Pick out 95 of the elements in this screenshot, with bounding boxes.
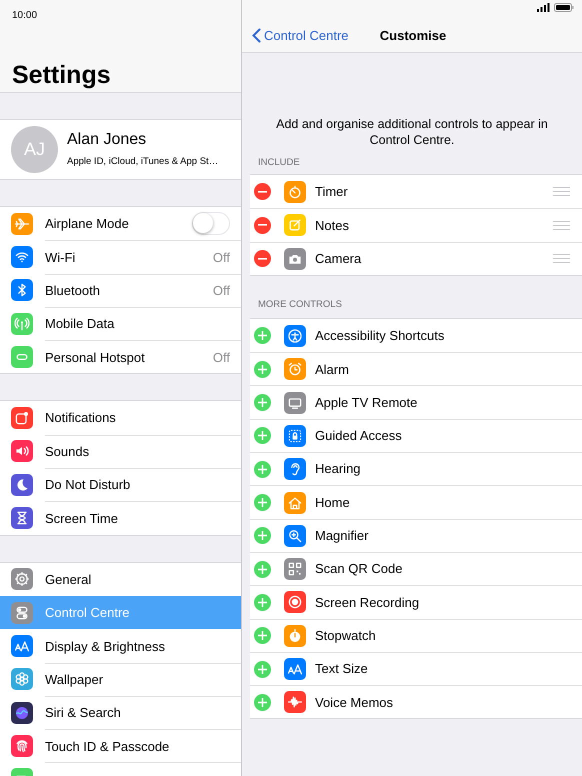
minus-icon <box>258 224 267 226</box>
row-label: Wi-Fi <box>45 248 76 267</box>
status-time: 10:00 <box>12 9 38 23</box>
row-value: Off <box>212 282 230 300</box>
row-label: Screen Time <box>45 510 118 528</box>
row-label: Wallpaper <box>45 670 104 689</box>
section-header: MORE CONTROLS <box>258 298 342 312</box>
settings-row[interactable]: General <box>0 562 241 596</box>
plus-icon <box>258 598 267 607</box>
add-button[interactable] <box>254 694 271 711</box>
remove-button[interactable] <box>254 183 271 200</box>
plus-icon <box>258 631 267 640</box>
profile-card[interactable]: AJ Alan Jones Apple ID, iCloud, iTunes & App St… <box>0 119 241 180</box>
plus-icon <box>258 331 267 340</box>
plus-icon <box>258 431 267 440</box>
add-button[interactable] <box>254 327 271 344</box>
plus-icon <box>258 664 267 674</box>
control-label: Home <box>315 494 350 512</box>
row-label: Do Not Disturb <box>45 476 130 494</box>
drag-handle-icon[interactable] <box>553 220 570 230</box>
description-text: Add and organise additional controls to appear in Control Centre. <box>275 116 549 148</box>
row-label: Touch ID & Passcode <box>45 738 170 756</box>
control-label: Scan QR Code <box>315 560 402 578</box>
settings-row[interactable]: Airplane Mode <box>0 207 241 240</box>
page-title: Settings <box>12 62 111 90</box>
row-label: Sounds <box>45 443 90 462</box>
settings-row[interactable]: Siri & Search <box>0 696 241 730</box>
plus-icon <box>258 564 267 574</box>
add-button[interactable] <box>254 660 271 678</box>
row-label: Control Centre <box>45 604 130 622</box>
row-value: Off <box>212 348 230 367</box>
control-label: Hearing <box>315 460 361 478</box>
settings-row[interactable]: Wallpaper <box>0 662 241 696</box>
plus-icon <box>258 498 267 508</box>
add-button[interactable] <box>254 594 271 611</box>
settings-row[interactable]: Sounds <box>0 434 241 468</box>
settings-row[interactable]: Notifications <box>0 401 241 435</box>
row-label: Siri & Search <box>45 704 121 722</box>
toggle-switch[interactable] <box>192 212 230 236</box>
drag-handle-icon[interactable] <box>553 187 570 196</box>
add-button[interactable] <box>254 360 271 378</box>
row-value: Off <box>212 248 230 267</box>
settings-row[interactable]: Display & Brightness <box>0 629 241 663</box>
settings-row[interactable]: Personal Hotspot Off <box>0 340 241 374</box>
control-label: Alarm <box>315 360 349 379</box>
remove-button[interactable] <box>254 250 271 268</box>
control-label: Notes <box>315 216 349 235</box>
battery-icon <box>554 3 574 14</box>
plus-icon <box>258 531 267 540</box>
control-label: Text Size <box>315 660 368 678</box>
row-label: Notifications <box>45 409 116 428</box>
control-label: Accessibility Shortcuts <box>315 326 444 345</box>
profile-name: Alan Jones <box>67 130 148 149</box>
plus-icon <box>258 464 267 474</box>
back-button[interactable]: Control Centre <box>252 26 349 46</box>
minus-icon <box>258 190 267 193</box>
row-label: Personal Hotspot <box>45 348 145 367</box>
settings-row[interactable]: Bluetooth Off <box>0 274 241 307</box>
control-label: Magnifier <box>315 527 368 546</box>
add-button[interactable] <box>254 427 271 444</box>
drag-handle-icon[interactable] <box>553 254 570 264</box>
control-label: Apple TV Remote <box>315 394 418 412</box>
add-button[interactable] <box>254 494 271 512</box>
add-button[interactable] <box>254 627 271 644</box>
settings-row[interactable]: Wi-Fi Off <box>0 240 241 274</box>
plus-icon <box>258 398 267 408</box>
settings-row[interactable]: Touch ID & Passcode <box>0 729 241 762</box>
control-label: Stopwatch <box>315 626 376 645</box>
control-label: Camera <box>315 250 362 268</box>
remove-button[interactable] <box>254 216 271 234</box>
minus-icon <box>258 258 267 260</box>
signal-icon <box>537 3 550 14</box>
control-label: Guided Access <box>315 427 402 446</box>
section-header: INCLUDE <box>258 156 300 170</box>
settings-row[interactable]: Do Not Disturb <box>0 468 241 502</box>
row-label: Airplane Mode <box>45 214 129 233</box>
control-label: Timer <box>315 182 348 201</box>
row-label: Bluetooth <box>45 282 100 300</box>
plus-icon <box>258 698 267 707</box>
settings-row[interactable]: Screen Time <box>0 501 241 535</box>
settings-row[interactable]: Mobile Data <box>0 306 241 340</box>
row-label: Display & Brightness <box>45 638 165 656</box>
nav-title: Customise <box>380 27 446 45</box>
add-button[interactable] <box>254 560 271 578</box>
avatar: AJ <box>11 126 58 173</box>
add-button[interactable] <box>254 394 271 412</box>
control-label: Voice Memos <box>315 694 394 712</box>
control-label: Screen Recording <box>315 594 420 612</box>
profile-subtitle: Apple ID, iCloud, iTunes & App St… <box>67 154 218 169</box>
row-label: Mobile Data <box>45 315 114 334</box>
add-button[interactable] <box>254 460 271 478</box>
plus-icon <box>258 364 267 374</box>
row-label: General <box>45 570 92 589</box>
add-button[interactable] <box>254 527 271 544</box>
chevron-left-icon <box>252 28 261 44</box>
